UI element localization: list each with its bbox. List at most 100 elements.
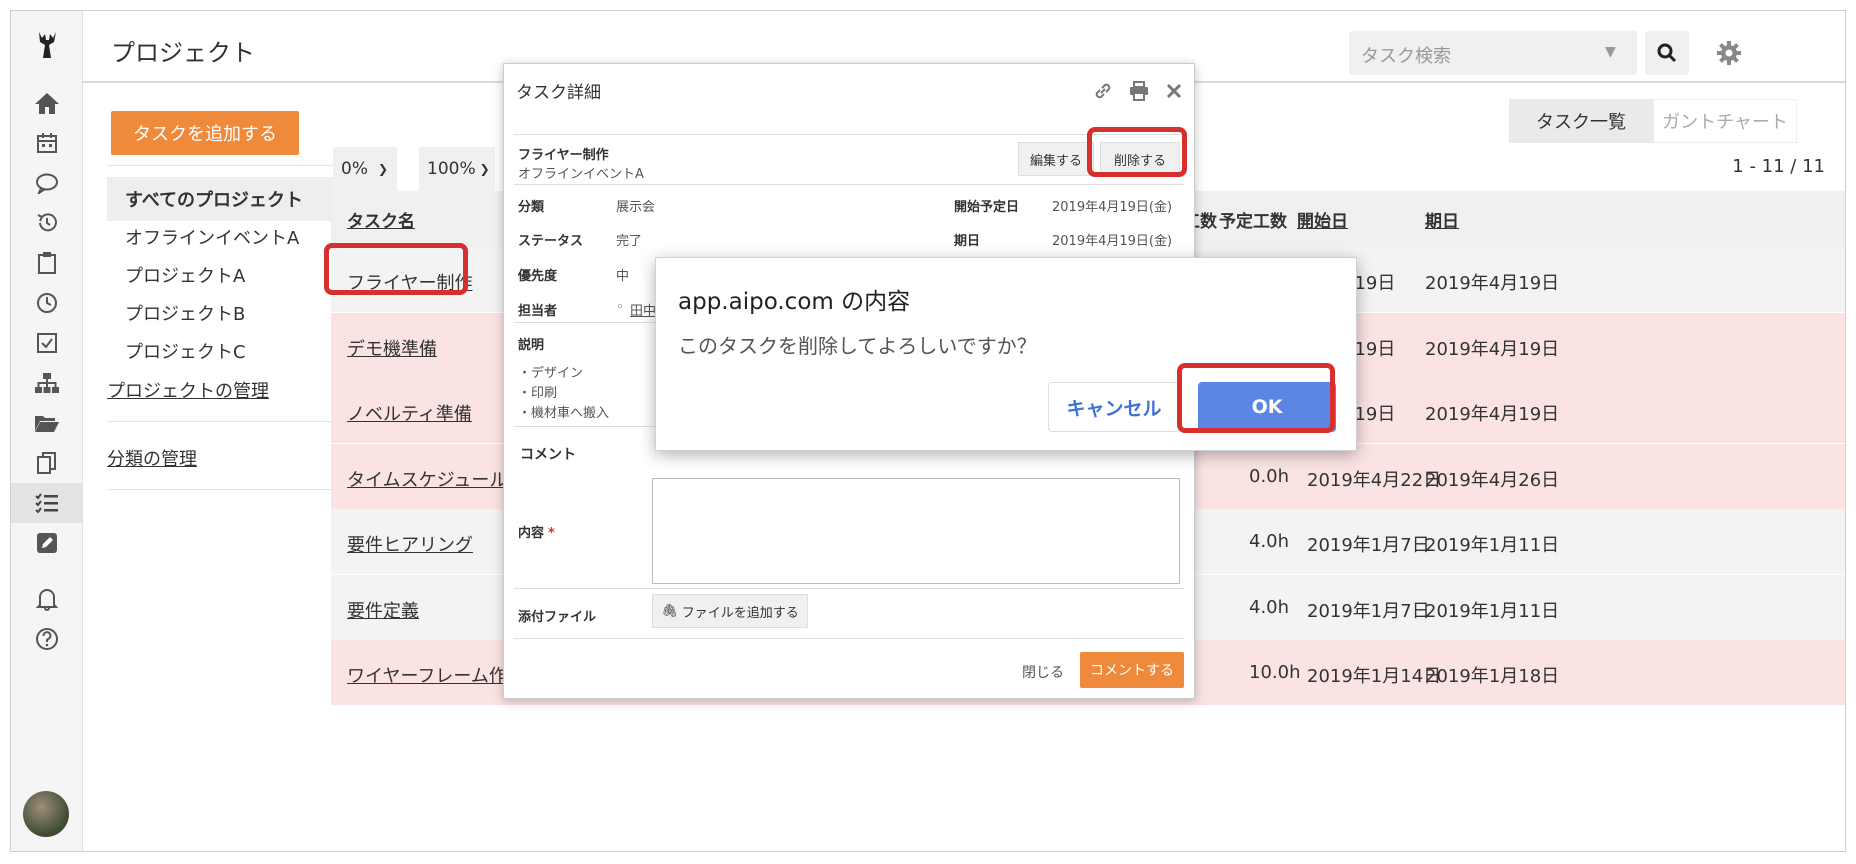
print-icon[interactable] — [1128, 80, 1150, 106]
clock-icon[interactable] — [11, 283, 83, 323]
cell-due-date: 2019年1月11日 — [1425, 535, 1560, 556]
tab-task-list[interactable]: タスク一覧 — [1509, 99, 1653, 143]
cell-start-date: 2019年1月7日 — [1307, 601, 1430, 622]
task-name-link[interactable]: ノベルティ準備 — [347, 400, 472, 426]
comment-submit-button[interactable]: コメントする — [1080, 652, 1184, 688]
assignee-link[interactable]: 田中 — [630, 300, 656, 319]
cell-due-date: 2019年1月18日 — [1425, 666, 1560, 687]
priority-label: 優先度 — [518, 269, 558, 284]
attachment-label: 添付ファイル — [518, 610, 597, 625]
divider — [514, 638, 1184, 639]
clipboard-icon[interactable] — [11, 243, 83, 283]
cell-start-date: 2019年1月7日 — [1307, 535, 1430, 556]
cell-due-date: 2019年4月19日 — [1425, 273, 1560, 294]
edit-button[interactable]: 編集する — [1018, 142, 1094, 176]
description-label: 説明 — [518, 338, 545, 353]
status-value: 完了 — [616, 234, 643, 249]
progress-to-select[interactable]: 100% ❯ — [419, 147, 495, 191]
comment-textarea[interactable] — [652, 478, 1180, 584]
pagination-count: 1 - 11 / 11 — [1732, 156, 1825, 177]
cell-due-date: 2019年1月11日 — [1425, 601, 1560, 622]
progress-from-select[interactable]: 0% ❯ — [333, 147, 397, 191]
org-chart-icon[interactable] — [11, 363, 83, 403]
start-value: 2019年4月19日(金) — [1052, 200, 1173, 215]
search-button[interactable] — [1645, 31, 1689, 75]
cell-planned-hours: 4.0h — [1249, 531, 1290, 552]
page-title: プロジェクト — [111, 39, 255, 67]
task-name-link[interactable]: タイムスケジュール作 — [347, 466, 525, 492]
modal-title: タスク詳細 — [516, 83, 601, 103]
comment-heading: コメント — [520, 447, 576, 463]
view-tabs: タスク一覧 ガントチャート — [1509, 99, 1797, 143]
task-name-link[interactable]: デモ機準備 — [347, 335, 437, 361]
icon-rail — [11, 11, 83, 851]
task-list-icon[interactable] — [11, 483, 83, 523]
cell-due-date: 2019年4月19日 — [1425, 404, 1560, 425]
description-line: ・印刷 — [518, 386, 558, 401]
column-planned-hours: 予定工数 — [1219, 212, 1287, 232]
highlight-ok-button — [1177, 363, 1335, 433]
content-label-text: 内容 — [518, 526, 545, 541]
close-icon[interactable] — [1164, 80, 1184, 106]
modal-toolbar — [1092, 80, 1184, 106]
add-file-button[interactable]: 🖇 ファイルを追加する — [652, 594, 808, 628]
history-icon[interactable] — [11, 203, 83, 243]
category-value: 展示会 — [616, 200, 656, 215]
column-start-date[interactable]: 開始日 — [1297, 207, 1348, 232]
link-icon[interactable] — [1092, 80, 1114, 106]
cell-start-date: 2019年1月14日 — [1307, 666, 1442, 687]
calendar-icon[interactable] — [11, 123, 83, 163]
cell-due-date: 2019年4月26日 — [1425, 470, 1560, 491]
start-label: 開始予定日 — [954, 200, 1020, 215]
task-name-link[interactable]: ワイヤーフレーム作成 — [347, 662, 525, 688]
description-line: ・機材車へ搬入 — [518, 406, 610, 421]
search-dropdown-icon[interactable]: ▼ — [1605, 44, 1616, 60]
checkbox-icon[interactable] — [11, 323, 83, 363]
home-icon[interactable] — [11, 83, 83, 123]
close-link[interactable]: 閉じる — [1022, 662, 1064, 682]
cell-planned-hours: 0.0h — [1249, 466, 1290, 487]
dialog-title: app.aipo.com の内容 — [678, 289, 911, 315]
paperclip-icon: 🖇 — [661, 603, 678, 619]
bell-icon[interactable] — [11, 579, 83, 619]
settings-gear-icon[interactable] — [1711, 35, 1747, 71]
user-avatar[interactable] — [23, 791, 69, 837]
assignee-label: 担当者 — [518, 304, 558, 319]
progress-to-value: 100% — [427, 159, 476, 179]
app-window: プロジェクト タスク検索 ▼ タスクを追加する すべてのプロジェクト オフライン… — [10, 10, 1846, 852]
chevron-down-icon: ❯ — [377, 162, 389, 176]
documents-icon[interactable] — [11, 443, 83, 483]
help-icon[interactable] — [11, 619, 83, 659]
assignee-bullet: ◦ — [616, 300, 624, 315]
add-task-button[interactable]: タスクを追加する — [111, 111, 299, 155]
task-name: フライヤー制作 — [518, 148, 609, 163]
highlight-delete-button — [1087, 127, 1187, 177]
task-name-link[interactable]: 要件ヒアリング — [347, 531, 473, 557]
column-task-name[interactable]: タスク名 — [347, 207, 415, 232]
manage-categories-link[interactable]: 分類の管理 — [107, 445, 197, 471]
divider — [514, 184, 1184, 185]
task-name-link[interactable]: 要件定義 — [347, 597, 419, 623]
divider — [107, 165, 371, 166]
chat-bubble-icon[interactable] — [11, 163, 83, 203]
category-label: 分類 — [518, 200, 545, 215]
add-file-label: ファイルを追加する — [681, 605, 799, 621]
due-value: 2019年4月19日(金) — [1052, 234, 1173, 249]
due-label: 期日 — [954, 234, 981, 249]
content-label: 内容 * — [518, 522, 555, 541]
status-label: ステータス — [518, 234, 584, 249]
cell-due-date: 2019年4月19日 — [1425, 339, 1560, 360]
cell-planned-hours: 4.0h — [1249, 597, 1290, 618]
search-icon — [1657, 43, 1677, 63]
manage-projects-link[interactable]: プロジェクトの管理 — [107, 377, 269, 403]
tab-gantt-chart[interactable]: ガントチャート — [1653, 99, 1797, 143]
dialog-message: このタスクを削除してよろしいですか？ — [678, 334, 1037, 358]
cancel-button[interactable]: キャンセル — [1048, 382, 1180, 432]
chevron-down-icon: ❯ — [479, 162, 490, 176]
task-search-input[interactable]: タスク検索 ▼ — [1349, 31, 1637, 75]
edit-note-icon[interactable] — [11, 523, 83, 563]
folder-open-icon[interactable] — [11, 403, 83, 443]
cell-planned-hours: 10.0h — [1249, 662, 1301, 683]
logo-deer-icon[interactable] — [11, 25, 83, 65]
column-due-date[interactable]: 期日 — [1425, 207, 1459, 232]
